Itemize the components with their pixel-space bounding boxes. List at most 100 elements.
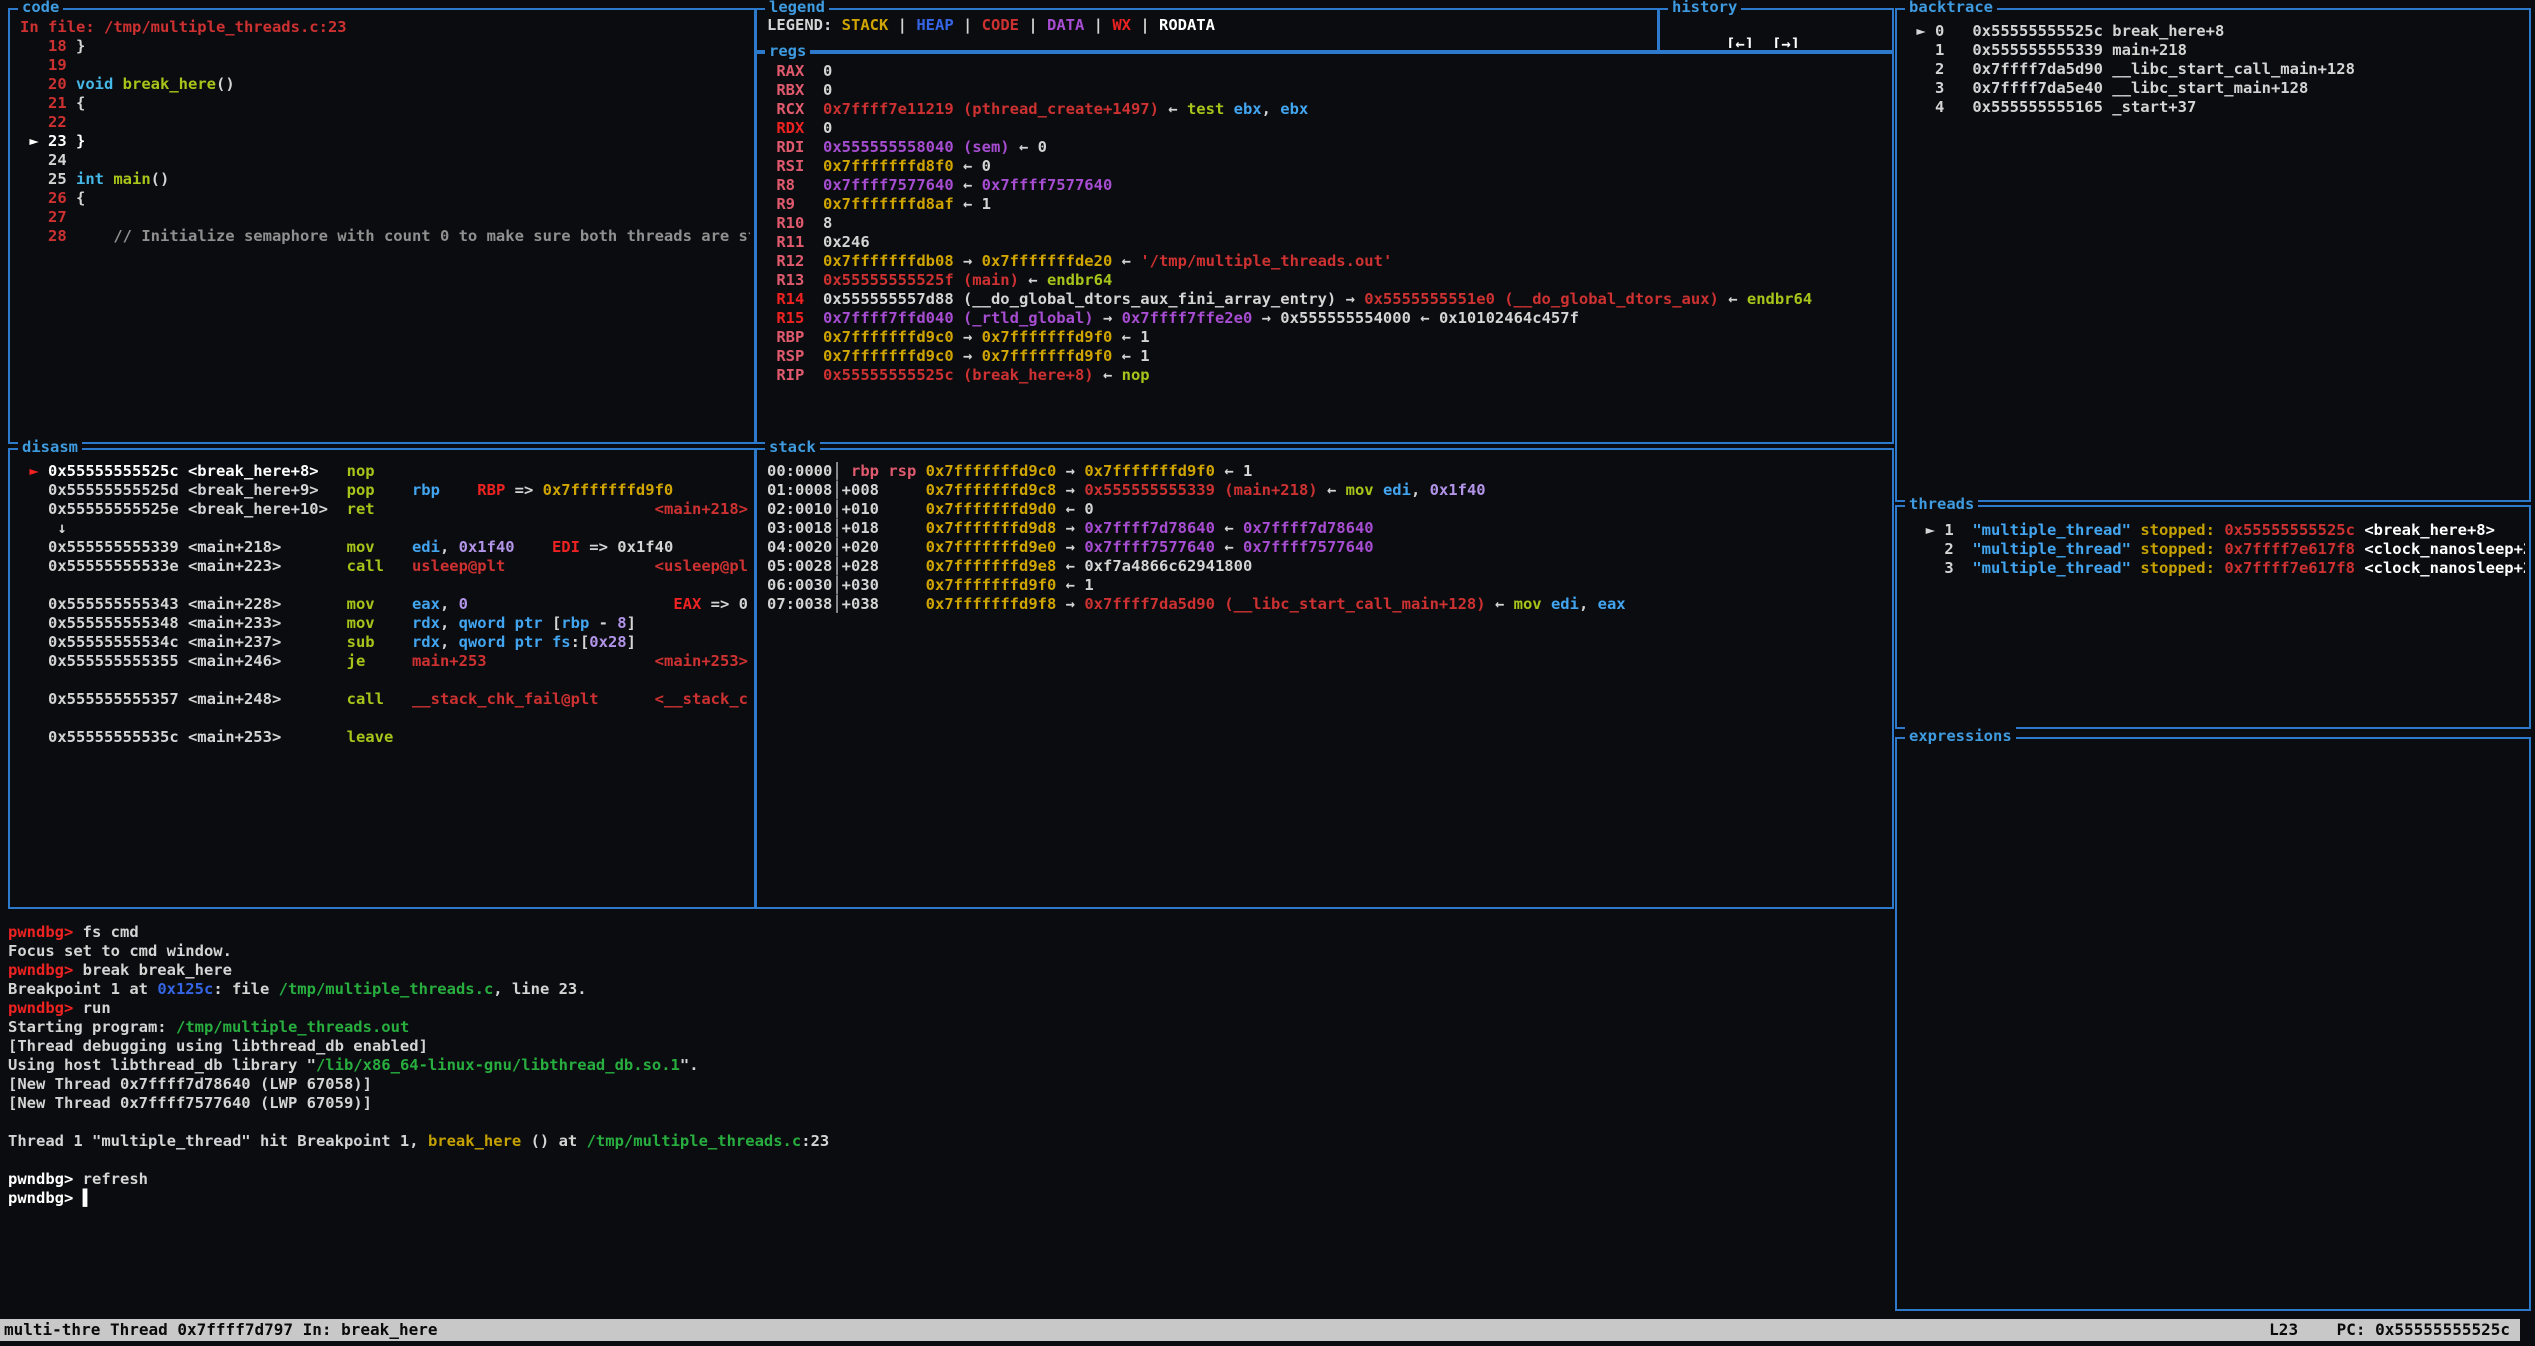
register-list: RAX 0 RBX 0 RCX 0x7ffff7e11219 (pthread_… <box>767 62 1888 440</box>
console-line[interactable]: [Thread debugging using libthread_db ena… <box>8 1037 1888 1056</box>
console-line[interactable]: pwndbg> refresh <box>8 1170 1888 1189</box>
stack-row: 05:0028│+028 0x7fffffffd9e8 ← 0xf7a4866c… <box>767 557 1888 576</box>
console-line[interactable]: Starting program: /tmp/multiple_threads.… <box>8 1018 1888 1037</box>
register-row: R10 8 <box>767 214 1888 233</box>
register-row: RDX 0 <box>767 119 1888 138</box>
thread-row: 2 "multiple_thread" stopped: 0x7ffff7e61… <box>1907 540 2525 559</box>
history-buttons: [←] [→] <box>1670 16 1888 48</box>
console-line[interactable] <box>8 1151 1888 1170</box>
history-panel-title: history <box>1668 0 1741 17</box>
backtrace-row: 2 0x7ffff7da5d90 __libc_start_call_main+… <box>1907 60 2525 79</box>
code-panel-title: code <box>18 0 63 17</box>
legend-panel: legend LEGEND: STACK | HEAP | CODE | DAT… <box>755 8 1659 52</box>
console-line[interactable]: pwndbg> fs cmd <box>8 923 1888 942</box>
disasm-row: 0x55555555534c <main+237> sub rdx, qword… <box>20 633 750 652</box>
threads-panel: threads ► 1 "multiple_thread" stopped: 0… <box>1895 505 2531 729</box>
stack-row: 04:0020│+020 0x7fffffffd9e0 → 0x7ffff757… <box>767 538 1888 557</box>
backtrace-list: ► 0 0x55555555525c break_here+8 1 0x5555… <box>1907 22 2525 498</box>
console-line[interactable]: pwndbg> break break_here <box>8 961 1888 980</box>
console-line[interactable]: Using host libthread_db library "/lib/x8… <box>8 1056 1888 1075</box>
expressions-list <box>1907 747 2525 1307</box>
history-panel: history [←][→] <box>1658 8 1894 52</box>
stack-panel-title: stack <box>765 438 820 457</box>
backtrace-row: 3 0x7ffff7da5e40 __libc_start_main+128 <box>1907 79 2525 98</box>
stack-row: 06:0030│+030 0x7fffffffd9f0 ← 1 <box>767 576 1888 595</box>
disasm-row-right: EAX => 0 <box>673 595 748 614</box>
disasm-row: 0x555555555339 <main+218> mov edi, 0x1f4… <box>20 538 750 557</box>
console-line[interactable] <box>8 1113 1888 1132</box>
threads-panel-title: threads <box>1905 495 1978 514</box>
gdb-console[interactable]: pwndbg> fs cmdFocus set to cmd window.pw… <box>8 915 1888 1311</box>
register-row: R9 0x7fffffffd8af ← 1 <box>767 195 1888 214</box>
register-row: R8 0x7ffff7577640 ← 0x7ffff7577640 <box>767 176 1888 195</box>
register-row: RAX 0 <box>767 62 1888 81</box>
status-bar-left: multi-thre Thread 0x7ffff7d797 In: break… <box>4 1319 437 1341</box>
disassembly-list: ► 0x55555555525c <break_here+8> nop 0x55… <box>20 462 750 905</box>
console-line[interactable]: pwndbg> run <box>8 999 1888 1018</box>
registers-panel: regs RAX 0 RBX 0 RCX 0x7ffff7e11219 (pth… <box>755 52 1894 444</box>
backtrace-panel-title: backtrace <box>1905 0 1997 17</box>
register-row: RSI 0x7fffffffd8f0 ← 0 <box>767 157 1888 176</box>
register-row: R15 0x7ffff7ffd040 (_rtld_global) → 0x7f… <box>767 309 1888 328</box>
disassembly-panel: disasm ► 0x55555555525c <break_here+8> n… <box>8 448 756 909</box>
threads-list: ► 1 "multiple_thread" stopped: 0x5555555… <box>1907 521 2525 725</box>
code-line: 27 <box>20 208 750 227</box>
stack-row: 02:0010│+010 0x7fffffffd9d0 ← 0 <box>767 500 1888 519</box>
disasm-row-right: <usleep@pl <box>655 557 748 576</box>
register-row: RBP 0x7fffffffd9c0 → 0x7fffffffd9f0 ← 1 <box>767 328 1888 347</box>
register-row: RBX 0 <box>767 81 1888 100</box>
disasm-row <box>20 709 750 728</box>
expressions-panel: expressions <box>1895 737 2531 1311</box>
register-row: R12 0x7fffffffdb08 → 0x7fffffffde20 ← '/… <box>767 252 1888 271</box>
disasm-row: 0x555555555357 <main+248> call __stack_c… <box>20 690 750 709</box>
disasm-row: ► 0x55555555525c <break_here+8> nop <box>20 462 750 481</box>
disasm-row: 0x555555555348 <main+233> mov rdx, qword… <box>20 614 750 633</box>
disasm-row: ↓ <box>20 519 750 538</box>
code-line: 19 <box>20 56 750 75</box>
stack-row: 01:0008│+008 0x7fffffffd9c8 → 0x55555555… <box>767 481 1888 500</box>
console-line[interactable]: [New Thread 0x7ffff7d78640 (LWP 67058)] <box>8 1075 1888 1094</box>
register-row: R14 0x555555557d88 (__do_global_dtors_au… <box>767 290 1888 309</box>
console-line[interactable]: Focus set to cmd window. <box>8 942 1888 961</box>
backtrace-panel: backtrace ► 0 0x55555555525c break_here+… <box>1895 8 2531 502</box>
status-bar-right: L23 PC: 0x55555555525c <box>2269 1319 2510 1341</box>
register-row: RSP 0x7fffffffd9c0 → 0x7fffffffd9f0 ← 1 <box>767 347 1888 366</box>
code-line: ► 23 } <box>20 132 750 151</box>
code-line: 18 } <box>20 37 750 56</box>
code-line: 24 <box>20 151 750 170</box>
code-line: 21 { <box>20 94 750 113</box>
backtrace-row: ► 0 0x55555555525c break_here+8 <box>1907 22 2525 41</box>
code-line: 26 { <box>20 189 750 208</box>
pwndbg-terminal: code In file: /tmp/multiple_threads.c:23… <box>0 0 2535 1346</box>
disasm-row: 0x555555555343 <main+228> mov eax, 0EAX … <box>20 595 750 614</box>
disasm-row <box>20 671 750 690</box>
code-line: 25 int main() <box>20 170 750 189</box>
console-line[interactable]: pwndbg> ▌ <box>8 1189 1888 1208</box>
disassembly-panel-title: disasm <box>18 438 82 457</box>
stack-row: 07:0038│+038 0x7fffffffd9f8 → 0x7ffff7da… <box>767 595 1888 614</box>
backtrace-row: 1 0x555555555339 main+218 <box>1907 41 2525 60</box>
console-line[interactable]: [New Thread 0x7ffff7577640 (LWP 67059)] <box>8 1094 1888 1113</box>
stack-row: 00:0000│ rbp rsp 0x7fffffffd9c0 → 0x7fff… <box>767 462 1888 481</box>
register-row: RCX 0x7ffff7e11219 (pthread_create+1497)… <box>767 100 1888 119</box>
disasm-row: 0x555555555355 <main+246> je main+253<ma… <box>20 652 750 671</box>
history-forward-button[interactable]: [→] <box>1772 35 1800 48</box>
register-row: RIP 0x55555555525c (break_here+8) ← nop <box>767 366 1888 385</box>
registers-panel-title: regs <box>765 42 810 61</box>
disasm-row-right: <main+253> <box>655 652 748 671</box>
history-back-button[interactable]: [←] <box>1726 35 1754 48</box>
disasm-row-right: <main+218> <box>655 500 748 519</box>
disasm-row: 0x55555555525e <break_here+10> ret<main+… <box>20 500 750 519</box>
code-line: 28 // Initialize semaphore with count 0 … <box>20 227 750 246</box>
console-output[interactable]: pwndbg> fs cmdFocus set to cmd window.pw… <box>8 923 1888 1311</box>
code-source: In file: /tmp/multiple_threads.c:23 18 }… <box>20 18 750 440</box>
expressions-panel-title: expressions <box>1905 727 2016 746</box>
console-line[interactable]: Breakpoint 1 at 0x125c: file /tmp/multip… <box>8 980 1888 999</box>
legend-line: LEGEND: STACK | HEAP | CODE | DATA | WX … <box>767 16 1653 35</box>
disasm-row: 0x55555555535c <main+253> leave <box>20 728 750 747</box>
stack-row: 03:0018│+018 0x7fffffffd9d8 → 0x7ffff7d7… <box>767 519 1888 538</box>
code-panel: code In file: /tmp/multiple_threads.c:23… <box>8 8 756 444</box>
disasm-row: 0x55555555525d <break_here+9> pop rbp RB… <box>20 481 750 500</box>
console-line[interactable]: Thread 1 "multiple_thread" hit Breakpoin… <box>8 1132 1888 1151</box>
code-line: 22 <box>20 113 750 132</box>
